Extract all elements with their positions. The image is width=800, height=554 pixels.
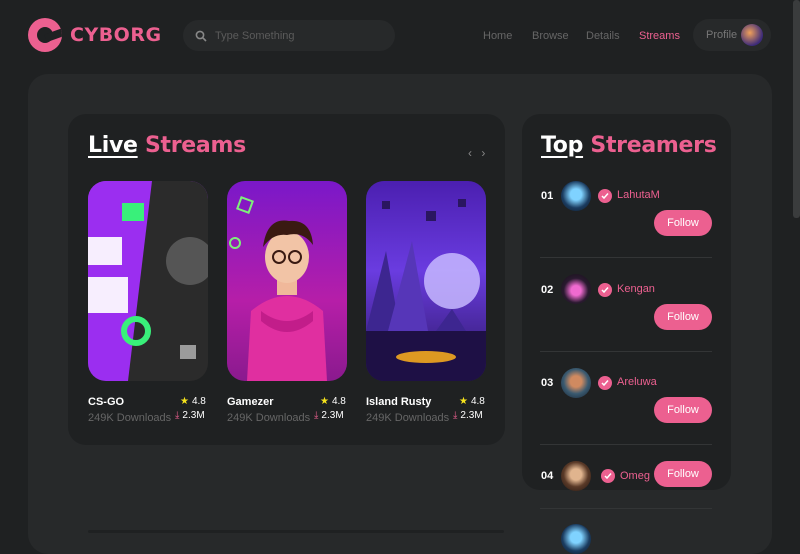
nav-home[interactable]: Home: [483, 30, 512, 42]
download-icon: ⤓: [453, 410, 458, 421]
rating-value: 4.8: [191, 396, 206, 407]
streamer-rank: 02: [541, 284, 554, 296]
card-rating-gamezer: ★ 4.8: [320, 396, 346, 407]
csgo-artwork: [88, 181, 208, 381]
streamer-avatar[interactable]: [561, 368, 591, 398]
profile-avatar: [741, 24, 763, 46]
divider: [540, 444, 712, 445]
card-subtitle-csgo: 249K Downloads: [88, 412, 172, 424]
card-title-island-rusty[interactable]: Island Rusty: [366, 396, 431, 408]
downloads-value: 2.3M: [321, 410, 344, 421]
download-icon: ⤓: [175, 410, 180, 421]
top-navigation-bar: CYBORG Home Browse Details Streams Profi…: [0, 0, 800, 72]
profile-label: Profile: [706, 29, 738, 41]
stream-thumbnail-csgo[interactable]: [88, 181, 208, 381]
heading-word-live: Live: [88, 133, 138, 158]
streamer-name[interactable]: LahutaM: [617, 189, 660, 201]
heading-word-streams: Streams: [144, 133, 246, 158]
streamer-avatar[interactable]: [561, 181, 591, 211]
streamer-rank: 04: [541, 470, 554, 482]
download-icon: ⤓: [314, 410, 319, 421]
card-title-csgo[interactable]: CS-GO: [88, 396, 124, 408]
streamer-rank: 01: [541, 190, 554, 202]
nav-streams[interactable]: Streams: [639, 30, 680, 42]
follow-button[interactable]: Follow: [654, 461, 712, 487]
streamer-avatar[interactable]: [561, 274, 591, 304]
brand-logo[interactable]: CYBORG: [28, 18, 162, 52]
streamer-avatar[interactable]: [561, 524, 591, 554]
profile-button[interactable]: Profile: [693, 19, 771, 51]
nav-details[interactable]: Details: [586, 30, 620, 42]
gamezer-artwork: [229, 196, 327, 381]
streamer-name[interactable]: Kengan: [617, 283, 655, 295]
search-box[interactable]: [183, 20, 395, 51]
divider: [540, 351, 712, 352]
live-streams-heading: Live Streams: [88, 133, 246, 158]
carousel-arrows[interactable]: ‹ ›: [468, 146, 488, 160]
stream-thumbnail-gamezer[interactable]: [227, 181, 347, 381]
divider: [540, 257, 712, 258]
heading-word-streamers: Streamers: [590, 133, 717, 158]
search-input[interactable]: [215, 29, 385, 42]
verified-check-icon: [598, 283, 612, 297]
streamer-name[interactable]: Areluwa: [617, 376, 657, 388]
follow-button[interactable]: Follow: [654, 397, 712, 423]
star-icon: ★: [459, 396, 468, 407]
scrollbar[interactable]: [793, 0, 800, 218]
card-downloads-island-rusty: ⤓ 2.3M: [453, 410, 483, 421]
card-rating-island-rusty: ★ 4.8: [459, 396, 485, 407]
follow-button[interactable]: Follow: [654, 304, 712, 330]
star-icon: ★: [320, 396, 329, 407]
follow-button[interactable]: Follow: [654, 210, 712, 236]
logo-icon: [28, 18, 62, 52]
verified-check-icon: [601, 469, 615, 483]
star-icon: ★: [180, 396, 189, 407]
card-subtitle-island-rusty: 249K Downloads: [366, 412, 450, 424]
rating-value: 4.8: [470, 396, 485, 407]
rating-value: 4.8: [331, 396, 346, 407]
card-title-gamezer[interactable]: Gamezer: [227, 396, 273, 408]
verified-check-icon: [598, 189, 612, 203]
verified-check-icon: [598, 376, 612, 390]
brand-name: CYBORG: [70, 24, 162, 46]
search-icon: [195, 30, 207, 42]
divider: [540, 508, 712, 509]
streamer-rank: 03: [541, 377, 554, 389]
downloads-value: 2.3M: [182, 410, 205, 421]
downloads-value: 2.3M: [460, 410, 483, 421]
top-streamers-heading: Top Streamers: [541, 133, 717, 158]
card-subtitle-gamezer: 249K Downloads: [227, 412, 311, 424]
streamer-avatar[interactable]: [561, 461, 591, 491]
card-rating-csgo: ★ 4.8: [180, 396, 206, 407]
nav-browse[interactable]: Browse: [532, 30, 569, 42]
top-streamers-panel: [522, 114, 731, 490]
streamer-name[interactable]: Omeg: [620, 470, 650, 482]
card-downloads-csgo: ⤓ 2.3M: [175, 410, 205, 421]
stream-thumbnail-island-rusty[interactable]: [366, 181, 486, 381]
heading-word-top: Top: [541, 133, 584, 158]
card-downloads-gamezer: ⤓ 2.3M: [314, 410, 344, 421]
island-rusty-artwork: [366, 199, 486, 381]
